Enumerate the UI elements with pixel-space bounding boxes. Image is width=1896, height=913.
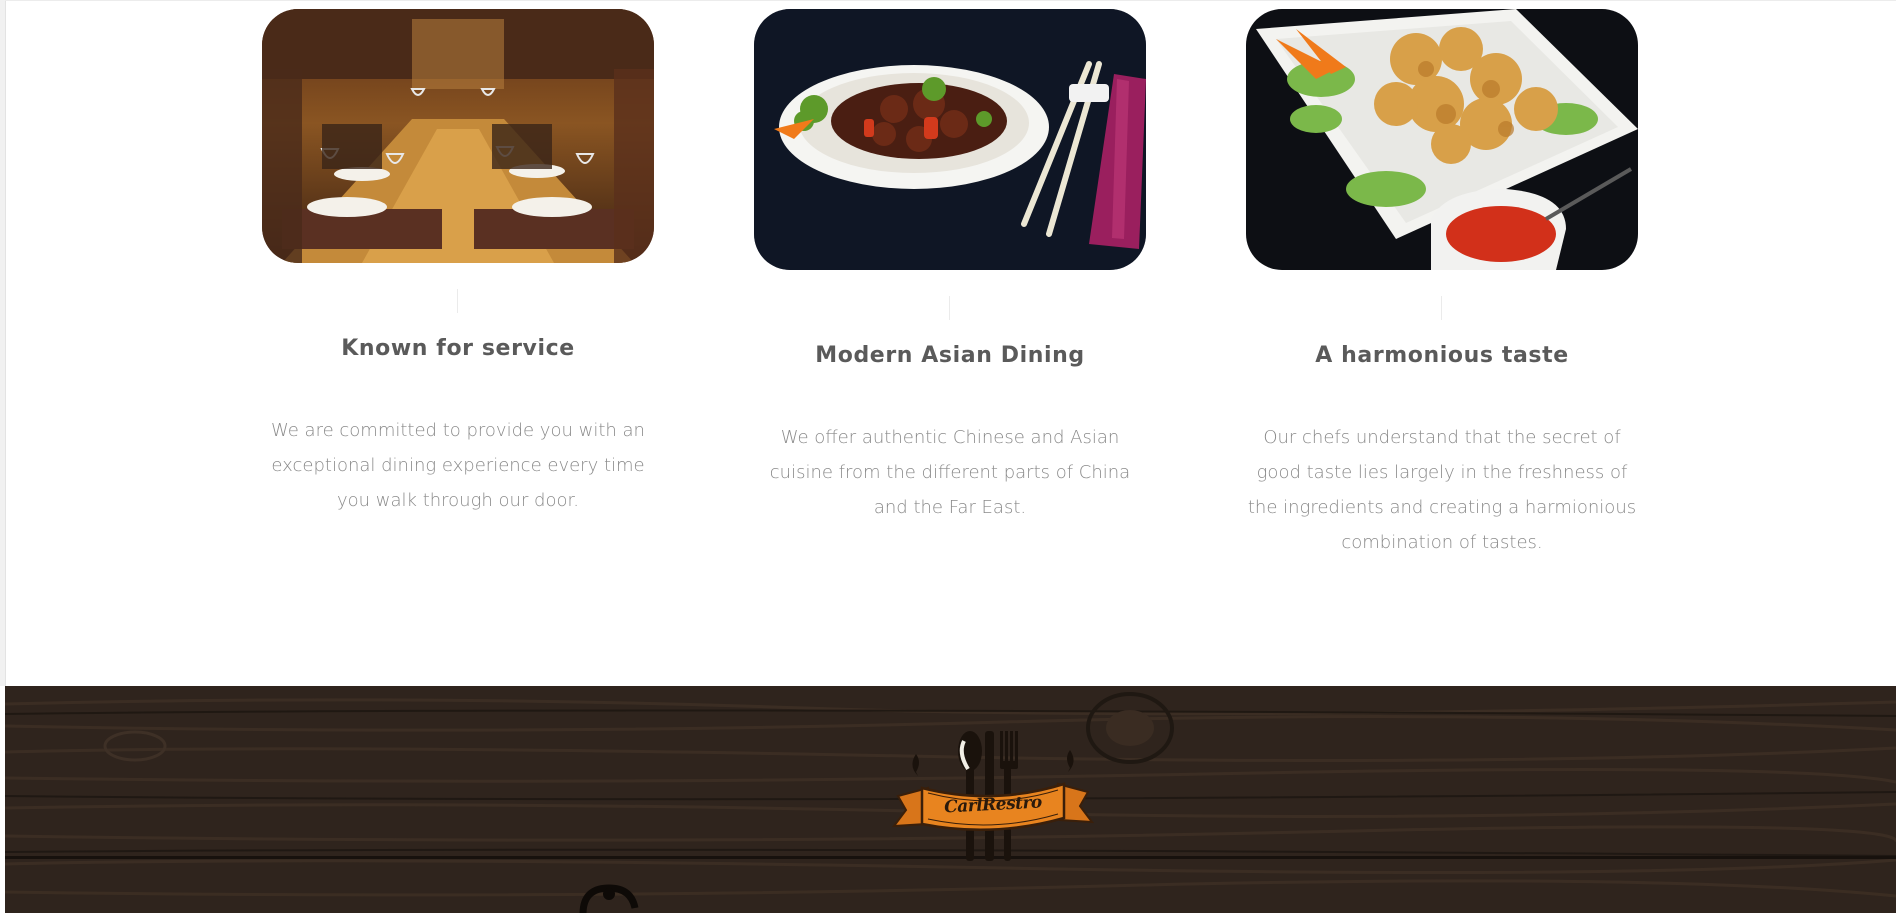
feature-asian-dining: Modern Asian Dining We offer authentic C… [754,9,1146,529]
page-left-border [0,0,6,686]
feature-title: A harmonious taste [1315,343,1569,368]
restaurant-dining-room-photo [262,9,654,263]
feature-description: We are committed to provide you with an … [271,420,645,511]
ornament-icon [579,884,639,913]
feature-divider [457,289,458,313]
feature-divider [1441,296,1442,320]
carlrestro-logo[interactable]: CarlRestro [888,726,1098,866]
fried-shrimp-plate-photo [1246,9,1638,270]
feature-title: Known for service [341,336,575,361]
feature-description: We offer authentic Chinese and Asian cui… [769,427,1131,518]
feature-title: Modern Asian Dining [815,343,1085,368]
asian-beef-dish-photo [754,9,1146,270]
feature-divider [949,296,950,320]
feature-harmonious-taste: A harmonious taste Our chefs understand … [1246,9,1638,569]
feature-description: Our chefs understand that the secret of … [1247,427,1637,553]
footer-wood-banner: CarlRestro [5,686,1896,913]
feature-service: Known for service We are committed to pr… [262,9,654,529]
top-divider [5,0,1896,1]
